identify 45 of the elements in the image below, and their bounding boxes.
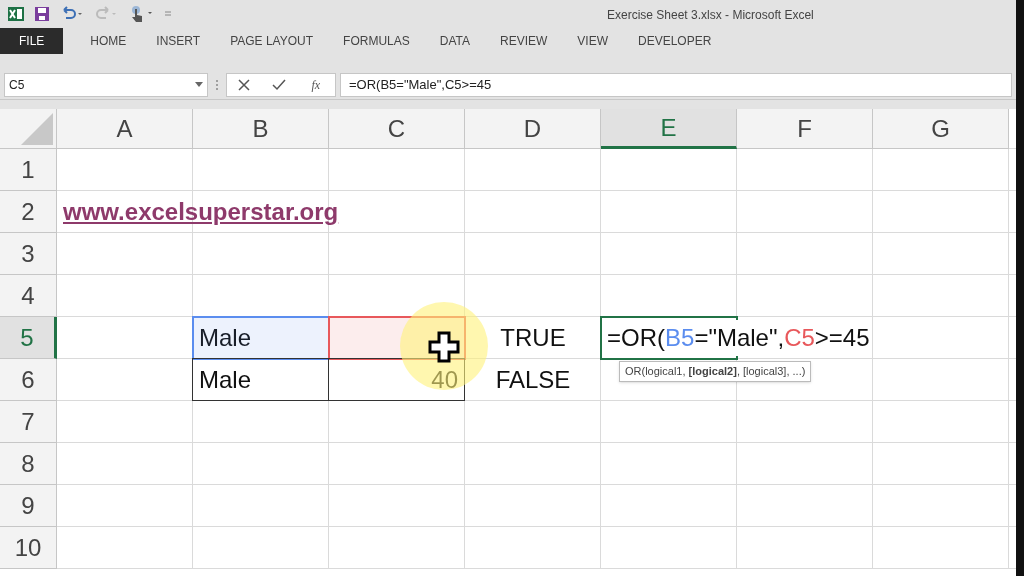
row-header[interactable]: 1 (0, 149, 57, 191)
dropdown-icon[interactable] (195, 81, 203, 88)
cancel-icon[interactable] (237, 78, 250, 91)
row-header[interactable]: 2 (0, 191, 57, 233)
function-tooltip: OR(logical1, [logical2], [logical3], ...) (619, 361, 812, 382)
column-header[interactable]: G (873, 109, 1009, 149)
window-title: Exercise Sheet 3.xlsx - Microsoft Excel (607, 7, 814, 24)
formula-input[interactable]: =OR(B5="Male",C5>=45 (340, 72, 1012, 97)
column-header[interactable]: D (465, 109, 601, 149)
check-icon[interactable] (271, 78, 286, 91)
ribbon-tab[interactable]: PAGE LAYOUT (215, 28, 329, 54)
website-link[interactable]: www.excelsuperstar.org (63, 194, 339, 230)
column-header[interactable]: C (329, 109, 465, 149)
column-header[interactable]: A (57, 109, 193, 149)
column-header[interactable]: F (737, 109, 873, 149)
table-cell: Male (192, 358, 329, 401)
column-header[interactable]: E (601, 109, 737, 149)
ribbon-tab[interactable]: INSERT (141, 28, 216, 54)
row-header[interactable]: 3 (0, 233, 57, 275)
ribbon-tab[interactable]: DATA (424, 28, 485, 54)
row-header[interactable]: 7 (0, 401, 57, 443)
ribbon-tab[interactable]: FORMULAS (328, 28, 425, 54)
ribbon-tab[interactable]: HOME (75, 28, 142, 54)
move-cursor-icon (427, 330, 461, 364)
undo-icon[interactable] (60, 6, 84, 22)
excel-logo-icon[interactable] (8, 6, 24, 22)
formula-text[interactable]: =OR(B5="Male",C5>=45 (607, 320, 872, 356)
row-header[interactable]: 6 (0, 359, 57, 401)
ribbon-tab[interactable]: VIEW (562, 28, 623, 54)
table-cell: 40 (328, 358, 465, 401)
name-box[interactable]: C5 (4, 72, 208, 97)
row-header[interactable]: 5 (0, 317, 57, 359)
table-cell-text: FALSE (494, 365, 572, 395)
ribbon-tab[interactable]: DEVELOPER (623, 28, 727, 54)
insert-function-button[interactable]: fx (307, 75, 325, 94)
table-cell-text: TRUE (499, 323, 567, 353)
ribbon-tab[interactable]: REVIEW (485, 28, 563, 54)
row-header[interactable]: 8 (0, 443, 57, 485)
save-icon[interactable] (34, 6, 50, 22)
ribbon-tab[interactable]: FILE (0, 28, 64, 54)
table-cell: Male (193, 317, 329, 359)
row-header[interactable]: 4 (0, 275, 57, 317)
row-header[interactable]: 9 (0, 485, 57, 527)
column-header[interactable]: B (193, 109, 329, 149)
row-header[interactable]: 10 (0, 527, 57, 569)
